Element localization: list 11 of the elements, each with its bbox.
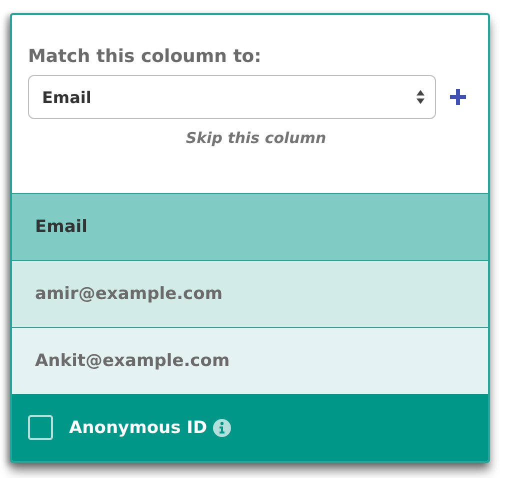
column-header: Email: [12, 193, 488, 260]
sample-value: Ankit@example.com: [12, 327, 488, 394]
field-select[interactable]: Email: [28, 75, 436, 119]
sample-value: amir@example.com: [12, 260, 488, 327]
skip-column-link[interactable]: Skip this column: [186, 129, 326, 147]
anonymous-id-label: Anonymous ID: [69, 418, 208, 438]
sort-arrows-icon: [416, 89, 425, 105]
match-label: Match this coloumn to:: [28, 46, 262, 67]
plus-icon[interactable]: [450, 89, 466, 105]
anonymous-id-checkbox[interactable]: [28, 415, 53, 440]
info-icon[interactable]: [213, 418, 232, 436]
